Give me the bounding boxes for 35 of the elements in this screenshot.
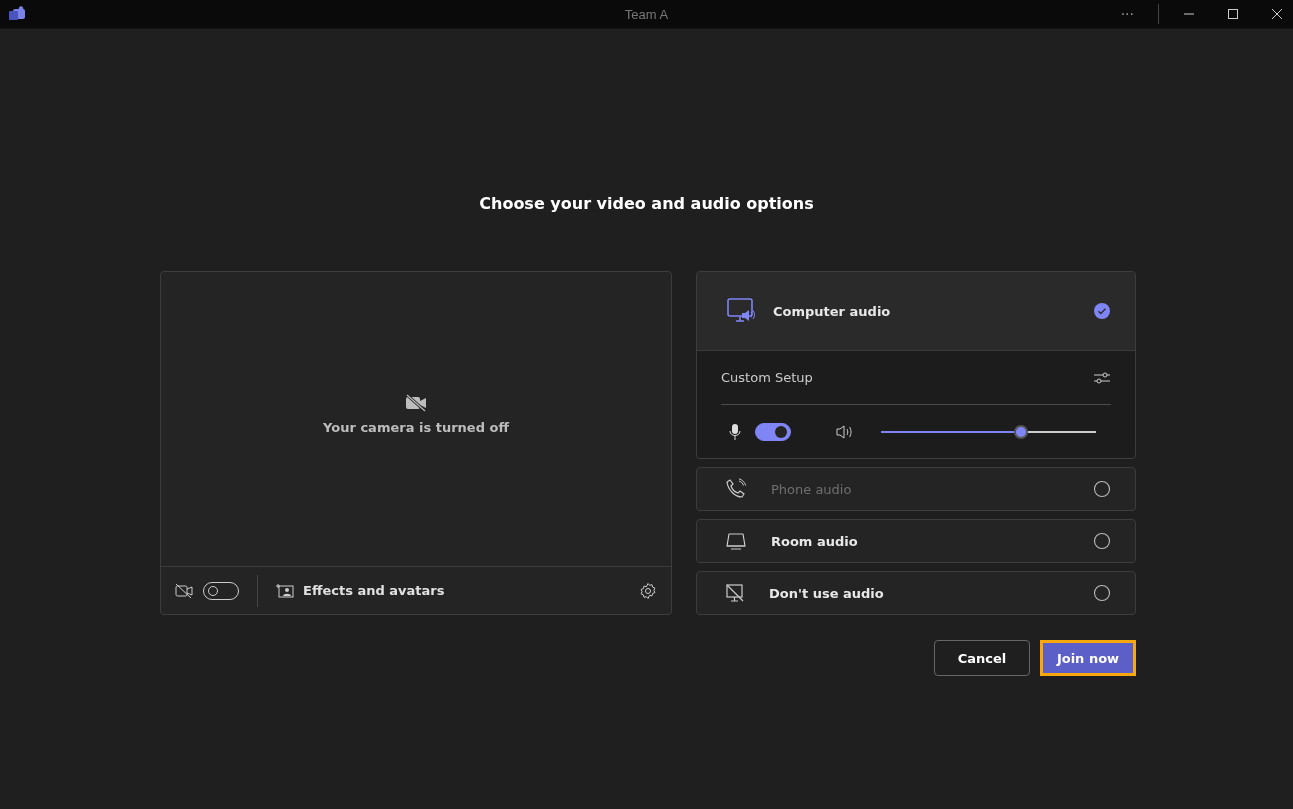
effects-icon [276, 583, 294, 598]
check-icon[interactable] [1093, 302, 1111, 320]
phone-icon [725, 478, 747, 500]
settings-icon[interactable] [639, 581, 657, 600]
monitor-speaker-icon [727, 298, 755, 324]
radio-button[interactable] [1093, 584, 1111, 602]
window-title: Team A [624, 6, 669, 22]
volume-slider-thumb[interactable] [1013, 424, 1028, 439]
audio-option-label: Phone audio [771, 481, 853, 497]
effects-button[interactable]: Effects and avatars [276, 583, 445, 598]
audio-option-label: Don't use audio [769, 585, 885, 601]
monitor-crossed-icon [725, 583, 745, 603]
camera-off-icon [175, 582, 193, 599]
audio-option[interactable]: Computer audio Custom Setup [696, 271, 1136, 459]
more-options-button[interactable]: ··· [1120, 6, 1134, 22]
microphone-toggle[interactable] [755, 422, 791, 441]
cancel-button[interactable]: Cancel [934, 640, 1030, 676]
room-device-icon [725, 531, 747, 551]
custom-setup-label: Custom Setup [721, 370, 813, 385]
maximize-icon[interactable] [1227, 8, 1239, 20]
page-heading: Choose your video and audio options [479, 193, 814, 215]
join-now-button[interactable]: Join now [1040, 640, 1136, 676]
audio-option[interactable]: Don't use audio [696, 571, 1136, 615]
app-logo-icon [8, 6, 26, 22]
radio-button[interactable] [1093, 532, 1111, 550]
volume-slider[interactable] [881, 424, 1096, 439]
sliders-icon[interactable] [1093, 369, 1111, 386]
speaker-icon [835, 423, 853, 440]
camera-off-icon [405, 394, 427, 412]
close-icon[interactable] [1271, 8, 1283, 20]
camera-status-text: Your camera is turned off [323, 420, 509, 435]
audio-option-label: Computer audio [773, 303, 892, 319]
audio-option-label: Room audio [771, 533, 859, 549]
audio-option[interactable]: Room audio [696, 519, 1136, 563]
microphone-icon [729, 422, 741, 441]
